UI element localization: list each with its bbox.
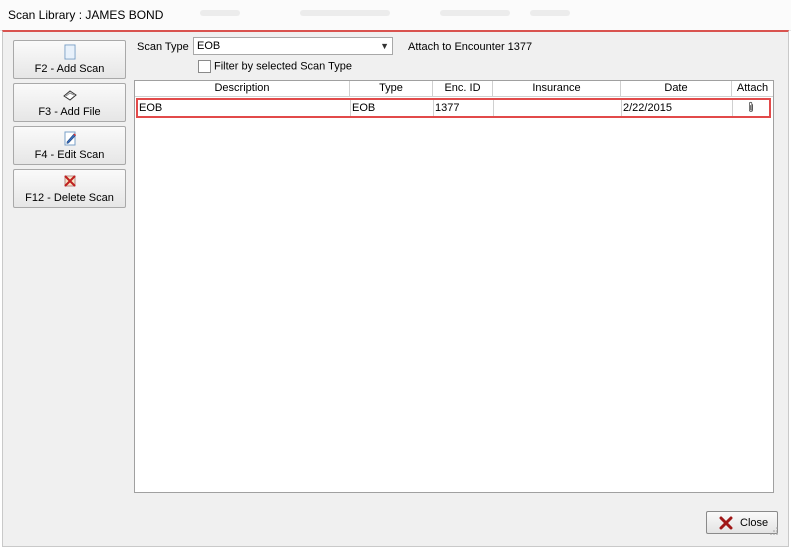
column-header-enc-id[interactable]: Enc. ID (433, 81, 493, 96)
cell-description: EOB (138, 100, 351, 116)
attach-encounter-label: Attach to Encounter 1377 (408, 41, 533, 53)
delete-scan-button[interactable]: F12 - Delete Scan (13, 169, 126, 208)
delete-x-icon (63, 175, 76, 187)
table-row[interactable]: EOB EOB 1377 2/22/2015 (136, 98, 771, 118)
grid-header: Description Type Enc. ID Insurance Date … (135, 81, 773, 97)
add-file-button[interactable]: F3 - Add File (13, 83, 126, 122)
blurred-background (440, 10, 510, 16)
open-file-icon (62, 90, 77, 101)
chevron-down-icon: ▼ (380, 41, 389, 51)
dialog-body: F2 - Add Scan F3 - Add File F4 - Edit Sc… (2, 30, 789, 547)
add-file-label: F3 - Add File (38, 106, 101, 118)
column-header-insurance[interactable]: Insurance (493, 81, 621, 96)
cell-enc-id: 1377 (434, 100, 494, 116)
add-scan-label: F2 - Add Scan (34, 63, 105, 75)
cell-date: 2/22/2015 (622, 100, 733, 116)
scan-grid[interactable]: Description Type Enc. ID Insurance Date … (134, 80, 774, 493)
edit-pencil-icon (64, 131, 76, 146)
paperclip-icon[interactable] (747, 101, 755, 114)
edit-scan-label: F4 - Edit Scan (34, 149, 105, 161)
column-header-description[interactable]: Description (135, 81, 350, 96)
filter-by-scan-type-checkbox[interactable]: Filter by selected Scan Type (198, 60, 352, 73)
column-header-attach[interactable]: Attach (732, 81, 773, 96)
cell-type: EOB (351, 100, 434, 116)
blank-page-icon (64, 44, 75, 60)
title-bar: Scan Library : JAMES BOND (0, 0, 791, 31)
add-scan-button[interactable]: F2 - Add Scan (13, 40, 126, 79)
cell-insurance (494, 100, 622, 116)
scan-type-label: Scan Type (137, 41, 189, 53)
checkbox-box[interactable] (198, 60, 211, 73)
close-icon (719, 516, 733, 530)
close-label: Close (740, 517, 769, 529)
close-button[interactable]: Close (706, 511, 778, 534)
window-title: Scan Library : JAMES BOND (8, 8, 164, 22)
scan-type-value: EOB (197, 40, 221, 52)
resize-grip-icon[interactable] (770, 527, 778, 535)
cell-attach[interactable] (733, 100, 769, 116)
blurred-background (530, 10, 570, 16)
blurred-background (300, 10, 390, 16)
column-header-type[interactable]: Type (350, 81, 433, 96)
scan-type-dropdown[interactable]: EOB ▼ (193, 37, 393, 55)
delete-scan-label: F12 - Delete Scan (25, 192, 114, 204)
edit-scan-button[interactable]: F4 - Edit Scan (13, 126, 126, 165)
blurred-background (200, 10, 240, 16)
column-header-date[interactable]: Date (621, 81, 732, 96)
filter-label: Filter by selected Scan Type (214, 60, 352, 73)
